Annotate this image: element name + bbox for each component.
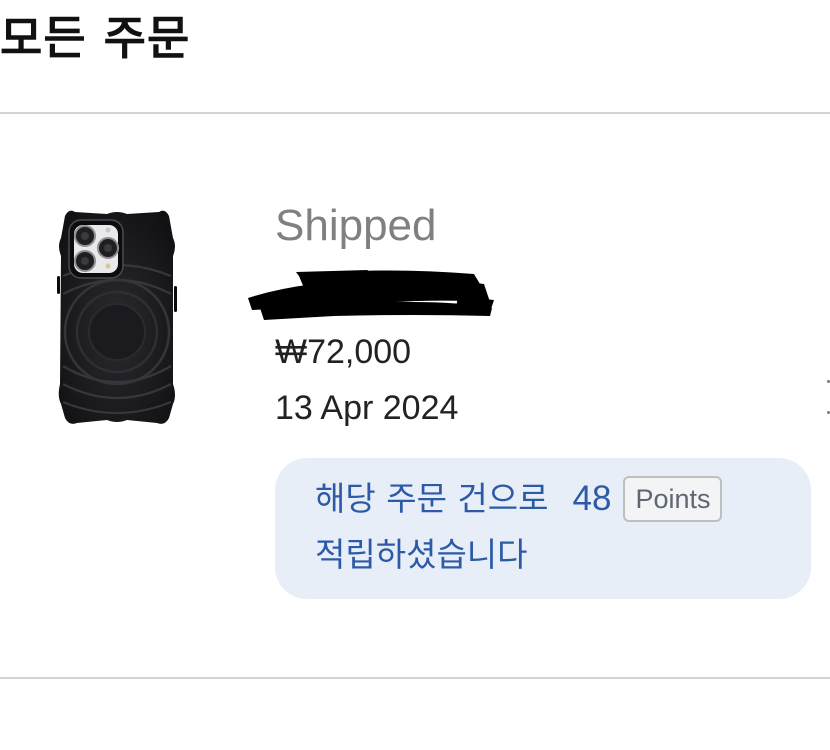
page-title: 모든 주문 — [0, 11, 191, 65]
points-unit-badge: Points — [623, 476, 723, 522]
points-message-line1: 해당 주문 건으로 — [315, 479, 549, 518]
points-value: 48 — [572, 479, 612, 518]
order-price: ₩72,000 — [275, 333, 412, 371]
order-date: 13 Apr 2024 — [275, 389, 459, 427]
order-divider — [0, 677, 830, 679]
order-card[interactable]: Shipped ₩72,000 13 Apr 2024 해당 주문 건으로 48… — [0, 114, 830, 677]
points-message-line2: 적립하셨습니다 — [315, 535, 528, 574]
redacted-product-name — [244, 262, 496, 324]
order-status: Shipped — [275, 201, 437, 250]
points-banner: 해당 주문 건으로 48 Points 적립하셨습니다 — [275, 458, 811, 599]
phone-case-image[interactable] — [55, 206, 179, 428]
